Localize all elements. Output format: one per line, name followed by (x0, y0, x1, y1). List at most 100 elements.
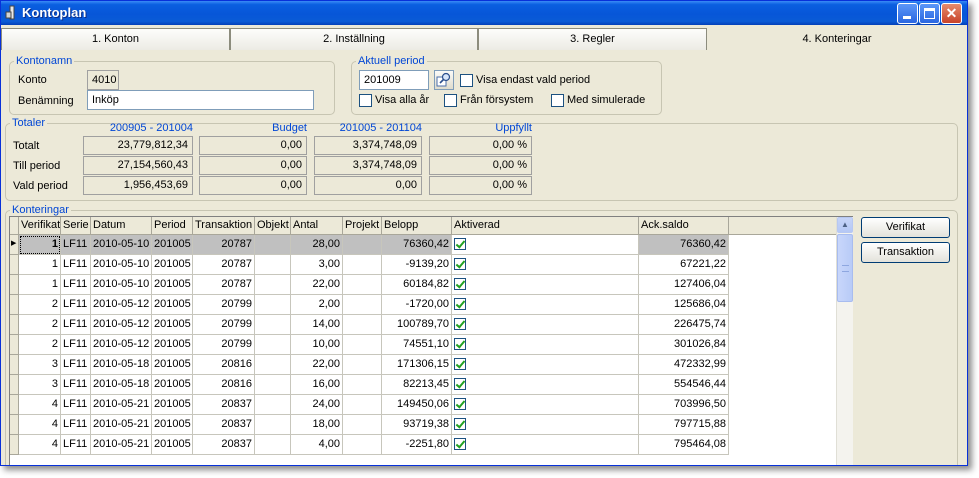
cell-antal[interactable]: 10,00 (291, 335, 343, 355)
cell-ack-saldo[interactable]: 472332,99 (639, 355, 729, 375)
cell-datum[interactable]: 2010-05-12 (91, 315, 152, 335)
cell-belopp[interactable]: -9139,20 (382, 255, 452, 275)
cell-verifikat[interactable]: 1 (19, 255, 61, 275)
row-header[interactable] (10, 295, 19, 315)
cell-verifikat[interactable]: 4 (19, 435, 61, 455)
column-header[interactable]: Ack.saldo (639, 217, 729, 235)
cell-transaktion[interactable]: 20837 (193, 395, 255, 415)
cell-objekt[interactable] (255, 255, 291, 275)
row-header[interactable] (10, 395, 19, 415)
cell-serie[interactable]: LF11 (61, 335, 91, 355)
cell-verifikat[interactable]: 2 (19, 315, 61, 335)
cell-period[interactable]: 201005 (152, 255, 193, 275)
cell-ack-saldo[interactable]: 797715,88 (639, 415, 729, 435)
tab-installning[interactable]: 2. Inställning (230, 28, 478, 50)
cell-ack-saldo[interactable]: 301026,84 (639, 335, 729, 355)
cell-verifikat[interactable]: 1 (19, 275, 61, 295)
cell-projekt[interactable] (343, 275, 382, 295)
transaktion-button[interactable]: Transaktion (861, 242, 950, 263)
cell-projekt[interactable] (343, 375, 382, 395)
cell-verifikat[interactable]: 1 (19, 235, 61, 255)
cell-transaktion[interactable]: 20799 (193, 335, 255, 355)
cell-objekt[interactable] (255, 335, 291, 355)
cell-datum[interactable]: 2010-05-21 (91, 395, 152, 415)
column-header[interactable]: Objekt (255, 217, 291, 235)
cell-aktiverad[interactable] (452, 335, 639, 355)
cell-verifikat[interactable]: 3 (19, 355, 61, 375)
cell-period[interactable]: 201005 (152, 415, 193, 435)
cell-serie[interactable]: LF11 (61, 415, 91, 435)
cell-objekt[interactable] (255, 375, 291, 395)
cell-transaktion[interactable]: 20787 (193, 275, 255, 295)
cell-ack-saldo[interactable]: 76360,42 (639, 235, 729, 255)
aktiverad-checkbox[interactable] (454, 258, 466, 270)
benamning-field[interactable]: Inköp (87, 90, 314, 110)
cell-belopp[interactable]: 82213,45 (382, 375, 452, 395)
table-row[interactable]: 2 LF11 2010-05-12 201005 20799 10,00 74551,10 3… (10, 335, 841, 355)
row-header[interactable] (10, 375, 19, 395)
tab-konton[interactable]: 1. Konton (1, 28, 230, 50)
row-header[interactable] (10, 315, 19, 335)
cell-serie[interactable]: LF11 (61, 295, 91, 315)
cell-period[interactable]: 201005 (152, 235, 193, 255)
column-header[interactable]: Datum (91, 217, 152, 235)
column-header[interactable]: Verifikat (19, 217, 61, 235)
verifikat-button[interactable]: Verifikat (861, 217, 950, 238)
column-header[interactable]: Antal (291, 217, 343, 235)
table-row[interactable]: 4 LF11 2010-05-21 201005 20837 24,00 149450,06… (10, 395, 841, 415)
cell-transaktion[interactable]: 20787 (193, 255, 255, 275)
cell-period[interactable]: 201005 (152, 435, 193, 455)
cell-belopp[interactable]: 100789,70 (382, 315, 452, 335)
cell-transaktion[interactable]: 20799 (193, 315, 255, 335)
cell-projekt[interactable] (343, 355, 382, 375)
cell-objekt[interactable] (255, 315, 291, 335)
cell-belopp[interactable]: 76360,42 (382, 235, 452, 255)
cell-datum[interactable]: 2010-05-10 (91, 255, 152, 275)
cell-belopp[interactable]: -1720,00 (382, 295, 452, 315)
row-header[interactable] (10, 435, 19, 455)
cell-datum[interactable]: 2010-05-21 (91, 415, 152, 435)
aktiverad-checkbox[interactable] (454, 238, 466, 250)
visa-alla-ar-checkbox[interactable] (359, 94, 372, 107)
row-header[interactable] (10, 355, 19, 375)
cell-transaktion[interactable]: 20837 (193, 415, 255, 435)
cell-aktiverad[interactable] (452, 295, 639, 315)
cell-projekt[interactable] (343, 395, 382, 415)
scroll-up-button[interactable]: ▲ (837, 217, 853, 233)
cell-serie[interactable]: LF11 (61, 355, 91, 375)
cell-ack-saldo[interactable]: 226475,74 (639, 315, 729, 335)
cell-objekt[interactable] (255, 355, 291, 375)
cell-serie[interactable]: LF11 (61, 275, 91, 295)
table-row[interactable]: 4 LF11 2010-05-21 201005 20837 18,00 93719,38 7… (10, 415, 841, 435)
table-row[interactable]: 1 LF11 2010-05-10 201005 20787 3,00 -9139,20 67… (10, 255, 841, 275)
cell-datum[interactable]: 2010-05-21 (91, 435, 152, 455)
aktiverad-checkbox[interactable] (454, 438, 466, 450)
row-header[interactable] (10, 255, 19, 275)
cell-verifikat[interactable]: 2 (19, 335, 61, 355)
cell-ack-saldo[interactable]: 67221,22 (639, 255, 729, 275)
cell-datum[interactable]: 2010-05-12 (91, 295, 152, 315)
cell-transaktion[interactable]: 20799 (193, 295, 255, 315)
column-header[interactable]: Period (152, 217, 193, 235)
visa-endast-checkbox[interactable] (460, 74, 473, 87)
cell-objekt[interactable] (255, 275, 291, 295)
scroll-thumb[interactable] (837, 234, 853, 302)
period-input[interactable]: 201009 (359, 70, 429, 90)
table-row[interactable]: 1 LF11 2010-05-10 201005 20787 22,00 60184,82 1… (10, 275, 841, 295)
cell-projekt[interactable] (343, 235, 382, 255)
cell-belopp[interactable]: 93719,38 (382, 415, 452, 435)
cell-serie[interactable]: LF11 (61, 395, 91, 415)
table-row[interactable]: ▶ 1 LF11 2010-05-10 201005 20787 28,00 76360,42… (10, 235, 841, 255)
cell-ack-saldo[interactable]: 795464,08 (639, 435, 729, 455)
cell-antal[interactable]: 28,00 (291, 235, 343, 255)
minimize-button[interactable] (897, 3, 918, 24)
cell-transaktion[interactable]: 20837 (193, 435, 255, 455)
cell-ack-saldo[interactable]: 127406,04 (639, 275, 729, 295)
period-picker-button[interactable] (434, 70, 454, 90)
column-header[interactable]: Aktiverad (452, 217, 639, 235)
fran-forsystem-checkbox[interactable] (444, 94, 457, 107)
cell-antal[interactable]: 24,00 (291, 395, 343, 415)
cell-antal[interactable]: 3,00 (291, 255, 343, 275)
cell-antal[interactable]: 18,00 (291, 415, 343, 435)
cell-objekt[interactable] (255, 415, 291, 435)
